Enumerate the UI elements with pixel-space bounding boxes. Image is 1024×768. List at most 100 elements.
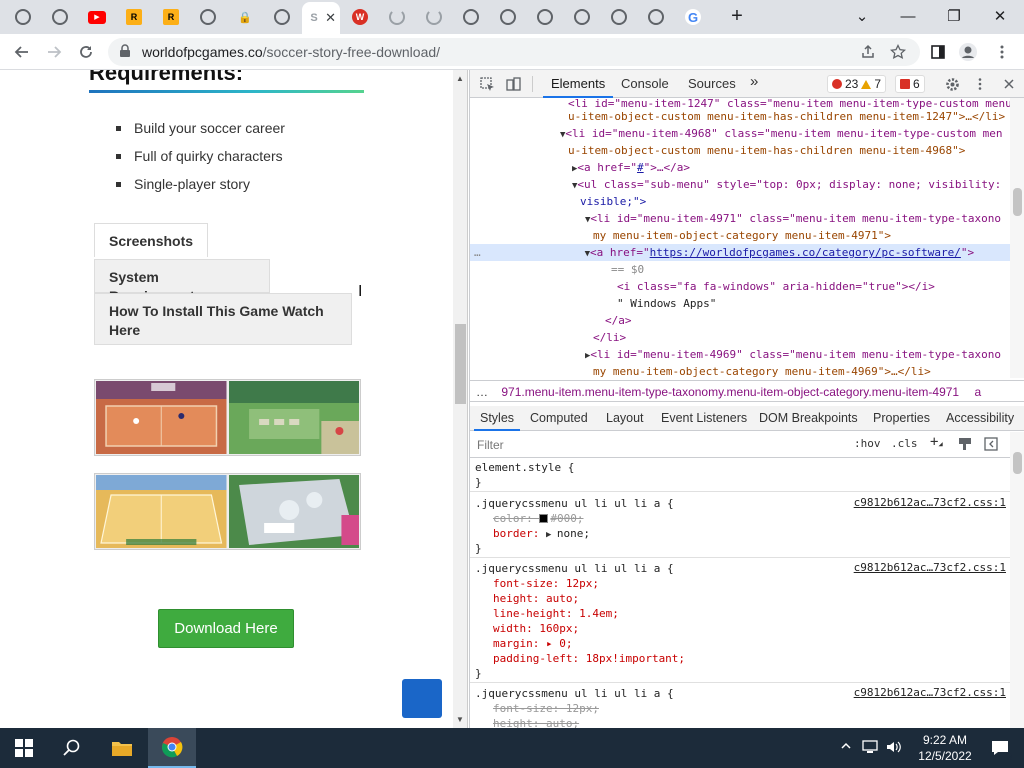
device-toolbar-button[interactable] <box>504 75 522 93</box>
dom-node-line[interactable]: u-item-object-custom menu-item-has-child… <box>568 108 1010 125</box>
browser-tab[interactable]: G <box>676 4 710 30</box>
css-rule-selector[interactable]: element.style { <box>475 460 1010 475</box>
tab-console[interactable]: Console <box>621 76 669 91</box>
new-tab-button[interactable]: + <box>717 4 757 28</box>
browser-tab[interactable] <box>639 4 673 30</box>
tab-accessibility[interactable]: Accessibility <box>946 411 1014 425</box>
browser-tab[interactable] <box>380 4 414 30</box>
tab-layout[interactable]: Layout <box>606 411 644 425</box>
dom-node-line[interactable]: ▼<li id="menu-item-4971" class="menu-ite… <box>585 210 1010 227</box>
browser-tab[interactable] <box>565 4 599 30</box>
dom-node-line[interactable]: u-item-object-custom menu-item-has-child… <box>568 142 1010 159</box>
screenshot-thumbnail-2[interactable] <box>228 381 359 454</box>
system-clock[interactable]: 9:22 AM 12/5/2022 <box>914 732 976 764</box>
browser-tab[interactable]: S ✕ <box>302 2 340 34</box>
scroll-down-icon[interactable]: ▼ <box>456 715 464 724</box>
gutter-dots[interactable]: … <box>474 246 481 259</box>
expand-triangle-icon[interactable]: ▶ <box>546 530 557 540</box>
browser-tab[interactable] <box>191 4 225 30</box>
hover-state-toggle[interactable]: :hov <box>854 437 881 450</box>
dom-tree-scrollbar-thumb[interactable] <box>1013 188 1022 216</box>
browser-tab[interactable] <box>454 4 488 30</box>
dom-node-line[interactable]: ▶<a href="#">…</a> <box>572 159 1010 176</box>
dom-node-line[interactable]: ▼<ul class="sub-menu" style="top: 0px; d… <box>572 176 1010 193</box>
file-explorer-button[interactable] <box>98 728 146 768</box>
search-button[interactable] <box>48 728 96 768</box>
tab-how-to-install[interactable]: How To Install This Game Watch Here <box>94 293 352 345</box>
breadcrumb-scroll-left[interactable]: … <box>476 385 488 399</box>
show-hidden-icons-button[interactable] <box>840 740 852 755</box>
dom-node-line[interactable]: </a> <box>605 312 1010 329</box>
breadcrumb-item[interactable]: a <box>974 385 981 399</box>
minimize-button[interactable]: — <box>888 4 928 28</box>
dom-tree-scrollbar[interactable] <box>1010 98 1024 378</box>
css-declaration[interactable]: padding-left: 18px!important; <box>493 651 1010 666</box>
dom-node-line[interactable]: </li> <box>593 329 1010 346</box>
reload-button[interactable] <box>74 40 98 64</box>
color-swatch[interactable] <box>539 514 549 523</box>
profile-button[interactable] <box>958 42 978 62</box>
dom-node-line-selected[interactable]: … ▼<a href="https://worldofpcgames.co/cat… <box>470 244 1010 261</box>
tab-elements[interactable]: Elements <box>542 76 614 98</box>
page-scrollbar-thumb[interactable] <box>455 324 466 404</box>
paint-toggle-button[interactable] <box>958 437 972 454</box>
tab-properties[interactable]: Properties <box>873 411 930 425</box>
browser-tab[interactable] <box>528 4 562 30</box>
dom-node-line[interactable]: my menu-item-object-category menu-item-4… <box>593 227 1010 244</box>
styles-filter-input[interactable]: Filter <box>477 438 504 452</box>
tab-screenshots[interactable]: Screenshots <box>94 223 208 257</box>
browser-tab[interactable]: R <box>154 4 188 30</box>
close-window-button[interactable]: ✕ <box>980 4 1020 28</box>
css-declaration[interactable]: height: auto; <box>493 591 1010 606</box>
browser-tab[interactable]: ▶ <box>80 4 114 30</box>
css-declaration[interactable]: border: ▶ none; <box>493 526 1010 541</box>
tab-sources[interactable]: Sources <box>688 76 736 91</box>
inspect-element-button[interactable] <box>478 75 496 93</box>
dom-node-line[interactable]: my menu-item-object-category menu-item-4… <box>593 363 1010 378</box>
breadcrumb-item[interactable]: 971.menu-item.menu-item-type-taxonomy.me… <box>501 385 959 399</box>
dom-node-line[interactable]: ▼<li id="menu-item-4968" class="menu-ite… <box>560 125 1010 142</box>
close-tab-icon[interactable]: ✕ <box>325 10 336 26</box>
error-warning-counter[interactable]: 23 7 <box>827 75 887 93</box>
forward-button[interactable] <box>42 40 66 64</box>
browser-tab[interactable]: 🔒 <box>228 4 262 30</box>
side-panel-button[interactable] <box>928 42 948 62</box>
browser-tab[interactable] <box>265 4 299 30</box>
css-source-link[interactable]: c9812b612ac…73cf2.css:1 <box>854 496 1006 509</box>
browser-tab[interactable] <box>602 4 636 30</box>
scroll-up-icon[interactable]: ▲ <box>456 74 464 83</box>
chrome-menu-button[interactable] <box>992 42 1012 62</box>
issues-counter[interactable]: 6 <box>895 75 925 93</box>
toggle-sidebar-button[interactable] <box>984 437 998 454</box>
browser-tab[interactable]: R <box>117 4 151 30</box>
new-rule-button[interactable]: +◢ <box>930 434 943 450</box>
devtools-menu-button[interactable] <box>971 75 989 93</box>
start-button[interactable] <box>0 728 48 768</box>
browser-tab[interactable] <box>6 4 40 30</box>
devtools-settings-button[interactable] <box>943 75 961 93</box>
css-declaration[interactable]: margin: ▸ 0; <box>493 636 1010 651</box>
css-declaration[interactable]: width: 160px; <box>493 621 1010 636</box>
css-declaration[interactable]: color: #000; <box>493 511 1010 526</box>
back-button[interactable] <box>10 40 34 64</box>
css-declaration[interactable]: line-height: 1.4em; <box>493 606 1010 621</box>
volume-tray-button[interactable] <box>886 740 902 757</box>
dom-href-link[interactable]: # <box>637 161 644 174</box>
screenshot-thumbnail-3[interactable] <box>96 475 227 548</box>
tab-dom-breakpoints[interactable]: DOM Breakpoints <box>759 411 858 425</box>
more-tabs-button[interactable]: » <box>750 73 758 90</box>
css-declaration[interactable]: font-size: 12px; <box>493 701 1010 716</box>
tab-event-listeners[interactable]: Event Listeners <box>661 411 747 425</box>
css-source-link[interactable]: c9812b612ac…73cf2.css:1 <box>854 561 1006 574</box>
styles-scrollbar-thumb[interactable] <box>1013 452 1022 474</box>
tab-styles[interactable]: Styles <box>473 411 521 431</box>
chrome-taskbar-button[interactable] <box>148 728 196 768</box>
screenshot-thumbnail-4[interactable] <box>228 475 359 548</box>
scroll-to-top-button[interactable] <box>402 679 442 718</box>
dom-node-line[interactable]: " Windows Apps" <box>617 295 1010 312</box>
class-toggle[interactable]: .cls <box>891 437 918 450</box>
browser-tab[interactable] <box>43 4 77 30</box>
devtools-close-button[interactable] <box>1000 75 1018 93</box>
page-scrollbar[interactable]: ▲ ▼ <box>453 70 468 728</box>
browser-tab[interactable] <box>417 4 451 30</box>
